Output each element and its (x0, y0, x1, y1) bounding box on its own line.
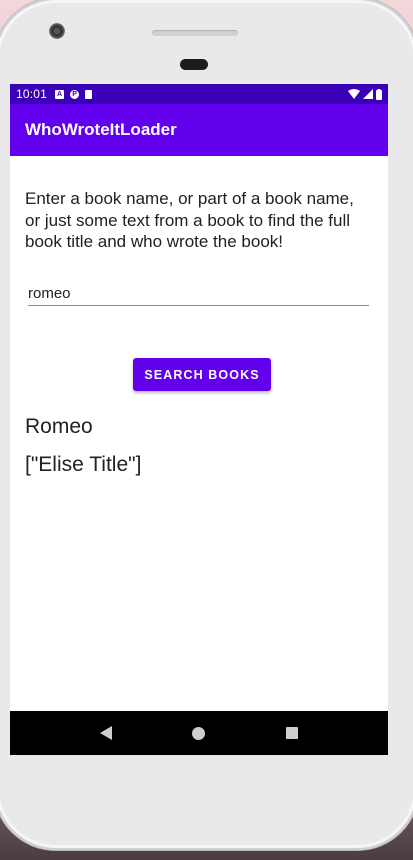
a-icon: A (55, 89, 65, 99)
device-screen: 10:01 A P WhoWroteItLoader Enter a book … (10, 84, 388, 755)
app-title: WhoWroteItLoader (25, 120, 177, 139)
signal-icon (363, 89, 373, 99)
front-camera-icon (49, 23, 65, 39)
recents-icon[interactable] (285, 727, 298, 739)
p-icon: P (70, 89, 80, 99)
speaker-grille (152, 30, 238, 36)
result-book-author: ["Elise Title"] (25, 453, 142, 476)
instructions-text: Enter a book name, or part of a book nam… (25, 189, 354, 251)
earpiece (180, 59, 208, 70)
search-input[interactable] (28, 284, 369, 306)
main-content: Enter a book name, or part of a book nam… (10, 188, 388, 306)
app-bar: WhoWroteItLoader (10, 104, 388, 156)
search-books-button[interactable]: SEARCH BOOKS (133, 358, 271, 391)
search-field (28, 284, 369, 306)
wifi-icon (348, 89, 360, 99)
sd-card-icon (85, 89, 93, 99)
status-time: 10:01 (16, 87, 48, 101)
status-bar: 10:01 A P (10, 84, 388, 104)
back-icon[interactable] (100, 726, 113, 740)
home-icon[interactable] (192, 726, 206, 740)
battery-icon (376, 88, 382, 100)
result-book-title: Romeo (25, 415, 93, 438)
navigation-bar (10, 711, 388, 755)
